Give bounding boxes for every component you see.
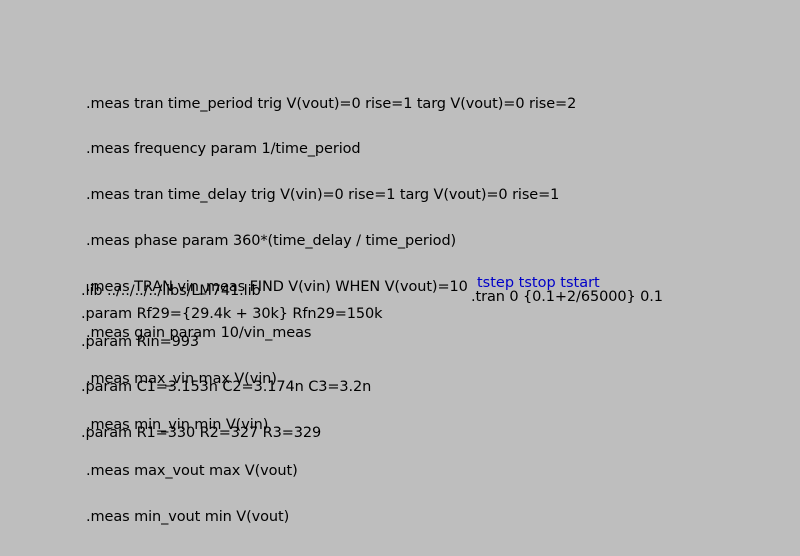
tran-line: .tran 0 {0.1+2/65000} 0.1 xyxy=(471,288,663,305)
param-directive-block[interactable]: .param Rin=993 .param C1=3.153n C2=3.174… xyxy=(81,304,371,472)
tran-directive[interactable]: .tran 0 {0.1+2/65000} 0.1 xyxy=(471,259,663,335)
meas-line: .meas phase param 360*(time_delay / time… xyxy=(86,233,457,250)
param-line: .param Rin=993 xyxy=(81,333,199,350)
param-line: .param R1=330 R2=327 R3=329 xyxy=(81,425,322,442)
meas-line: .meas min_vout min V(vout) xyxy=(86,508,290,525)
schematic-canvas[interactable]: .meas tran time_period trig V(vout)=0 ri… xyxy=(0,0,800,525)
meas-line: .meas frequency param 1/time_period xyxy=(86,141,361,158)
meas-line: .meas tran time_delay trig V(vin)=0 rise… xyxy=(86,187,560,204)
param-line: .param C1=3.153n C2=3.174n C3=3.2n xyxy=(81,379,372,396)
meas-line: .meas tran time_period trig V(vout)=0 ri… xyxy=(86,95,577,112)
tran-parameter-hint: tstep tstop tstart xyxy=(477,275,600,291)
